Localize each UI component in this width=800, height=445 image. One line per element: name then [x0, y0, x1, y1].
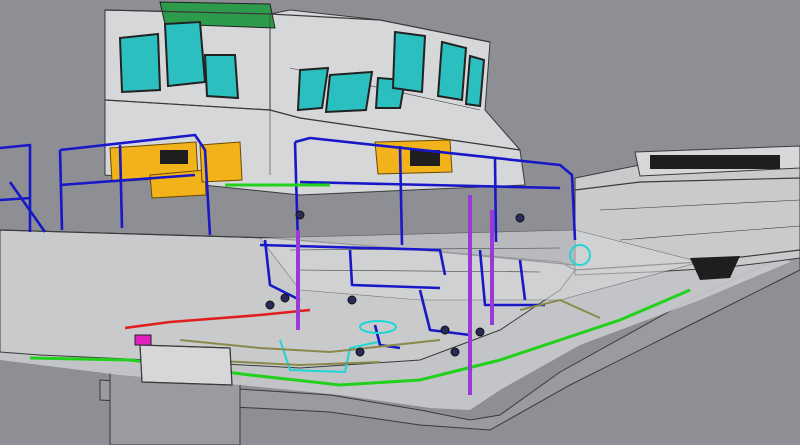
transom-equipment: [139, 344, 233, 386]
cad-viewport[interactable]: [0, 0, 800, 445]
boat-3d-model[interactable]: [0, 0, 800, 445]
